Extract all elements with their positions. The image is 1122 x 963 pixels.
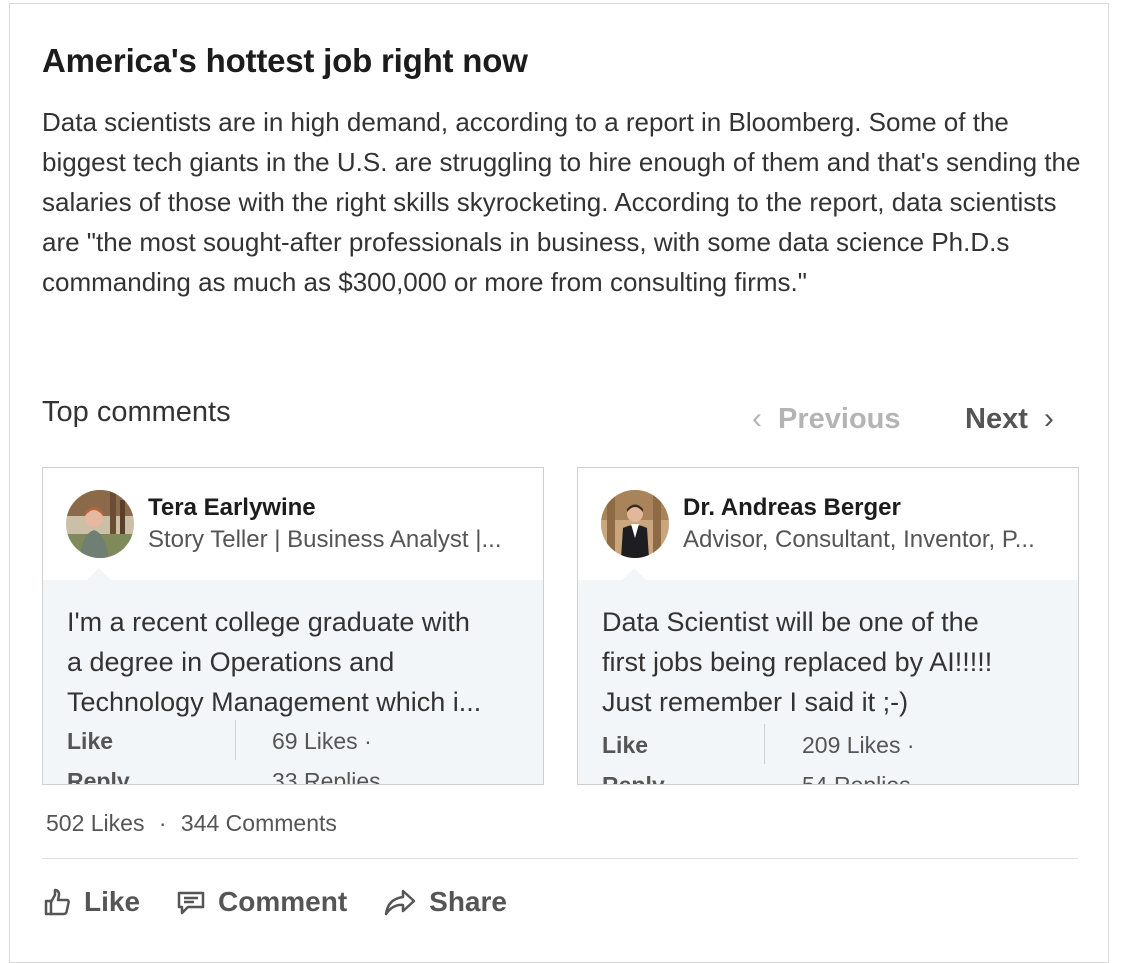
comment-body: Data Scientist will be one of the first …: [578, 568, 1078, 784]
chevron-right-icon: ›: [1043, 402, 1054, 435]
avatar[interactable]: [66, 490, 134, 558]
like-label: Like: [84, 886, 141, 917]
comment-text-line: Technology Management which i...: [67, 687, 482, 717]
next-label: Next: [965, 402, 1028, 435]
comment-likes-text: 69 Likes: [272, 728, 358, 754]
comment-author-headline: Advisor, Consultant, Inventor, P...: [683, 526, 1035, 553]
comment-author-name[interactable]: Dr. Andreas Berger: [683, 494, 901, 522]
next-button[interactable]: Next ›: [965, 402, 1054, 436]
comment-text-line: Just remember I said it ;-): [602, 687, 909, 717]
comment-replies-count[interactable]: 54 Replies: [802, 772, 911, 784]
separator-dot: ·: [364, 728, 372, 754]
speech-notch: [87, 568, 111, 580]
top-comments-heading: Top comments: [42, 396, 231, 428]
comment-button[interactable]: Comment: [176, 886, 347, 918]
previous-button[interactable]: ‹ Previous: [752, 402, 901, 436]
avatar[interactable]: [601, 490, 669, 558]
chevron-left-icon: ‹: [752, 402, 762, 435]
separator-dot: ·: [906, 732, 915, 758]
comment-author-row[interactable]: Tera Earlywine Story Teller | Business A…: [43, 468, 543, 580]
share-arrow-icon: [383, 887, 417, 917]
article-card: America's hottest job right now Data sci…: [9, 3, 1109, 963]
comment-likes-count[interactable]: 209 Likes ·: [802, 732, 915, 759]
article-title[interactable]: America's hottest job right now: [42, 42, 528, 80]
speech-bubble-icon: [176, 887, 206, 917]
comment-text-line: a degree in Operations and: [67, 647, 395, 677]
total-likes[interactable]: 502 Likes: [46, 810, 144, 836]
thumbs-up-icon: [42, 887, 72, 917]
comment-text: I'm a recent college graduate with a deg…: [67, 602, 517, 722]
speech-notch: [622, 568, 646, 580]
divider: [764, 724, 765, 764]
comment-author-headline: Story Teller | Business Analyst |...: [148, 526, 502, 553]
total-comments[interactable]: 344 Comments: [181, 810, 337, 836]
divider: [235, 720, 236, 760]
divider: [42, 858, 1078, 859]
comment-reply-button[interactable]: Reply: [67, 768, 130, 784]
comment-text-line: I'm a recent college graduate with: [67, 607, 470, 637]
comment-body: I'm a recent college graduate with a deg…: [43, 568, 543, 784]
comment-label: Comment: [218, 886, 348, 917]
comment-text-line: first jobs being replaced by AI!!!!!: [602, 647, 993, 677]
social-counts: 502 Likes · 344 Comments: [46, 810, 337, 837]
comment-card: Tera Earlywine Story Teller | Business A…: [42, 467, 544, 785]
comment-like-button[interactable]: Like: [67, 728, 113, 755]
separator-dot: ·: [158, 810, 167, 836]
comment-reply-button[interactable]: Reply: [602, 772, 665, 784]
comment-author-row[interactable]: Dr. Andreas Berger Advisor, Consultant, …: [578, 468, 1078, 580]
comment-card: Dr. Andreas Berger Advisor, Consultant, …: [577, 467, 1079, 785]
previous-label: Previous: [778, 402, 901, 435]
comment-author-name[interactable]: Tera Earlywine: [148, 494, 316, 522]
share-label: Share: [429, 886, 507, 917]
comment-likes-text: 209 Likes: [802, 732, 901, 758]
like-button[interactable]: Like: [42, 886, 140, 918]
share-button[interactable]: Share: [383, 886, 507, 918]
comment-like-button[interactable]: Like: [602, 732, 648, 759]
article-summary: Data scientists are in high demand, acco…: [42, 107, 1081, 297]
comment-likes-count[interactable]: 69 Likes ·: [272, 728, 372, 755]
comment-text: Data Scientist will be one of the first …: [602, 602, 1052, 722]
social-action-bar: Like Comment Share: [42, 882, 543, 922]
comment-replies-count[interactable]: 33 Replies: [272, 768, 381, 784]
comment-text-line: Data Scientist will be one of the: [602, 607, 979, 637]
